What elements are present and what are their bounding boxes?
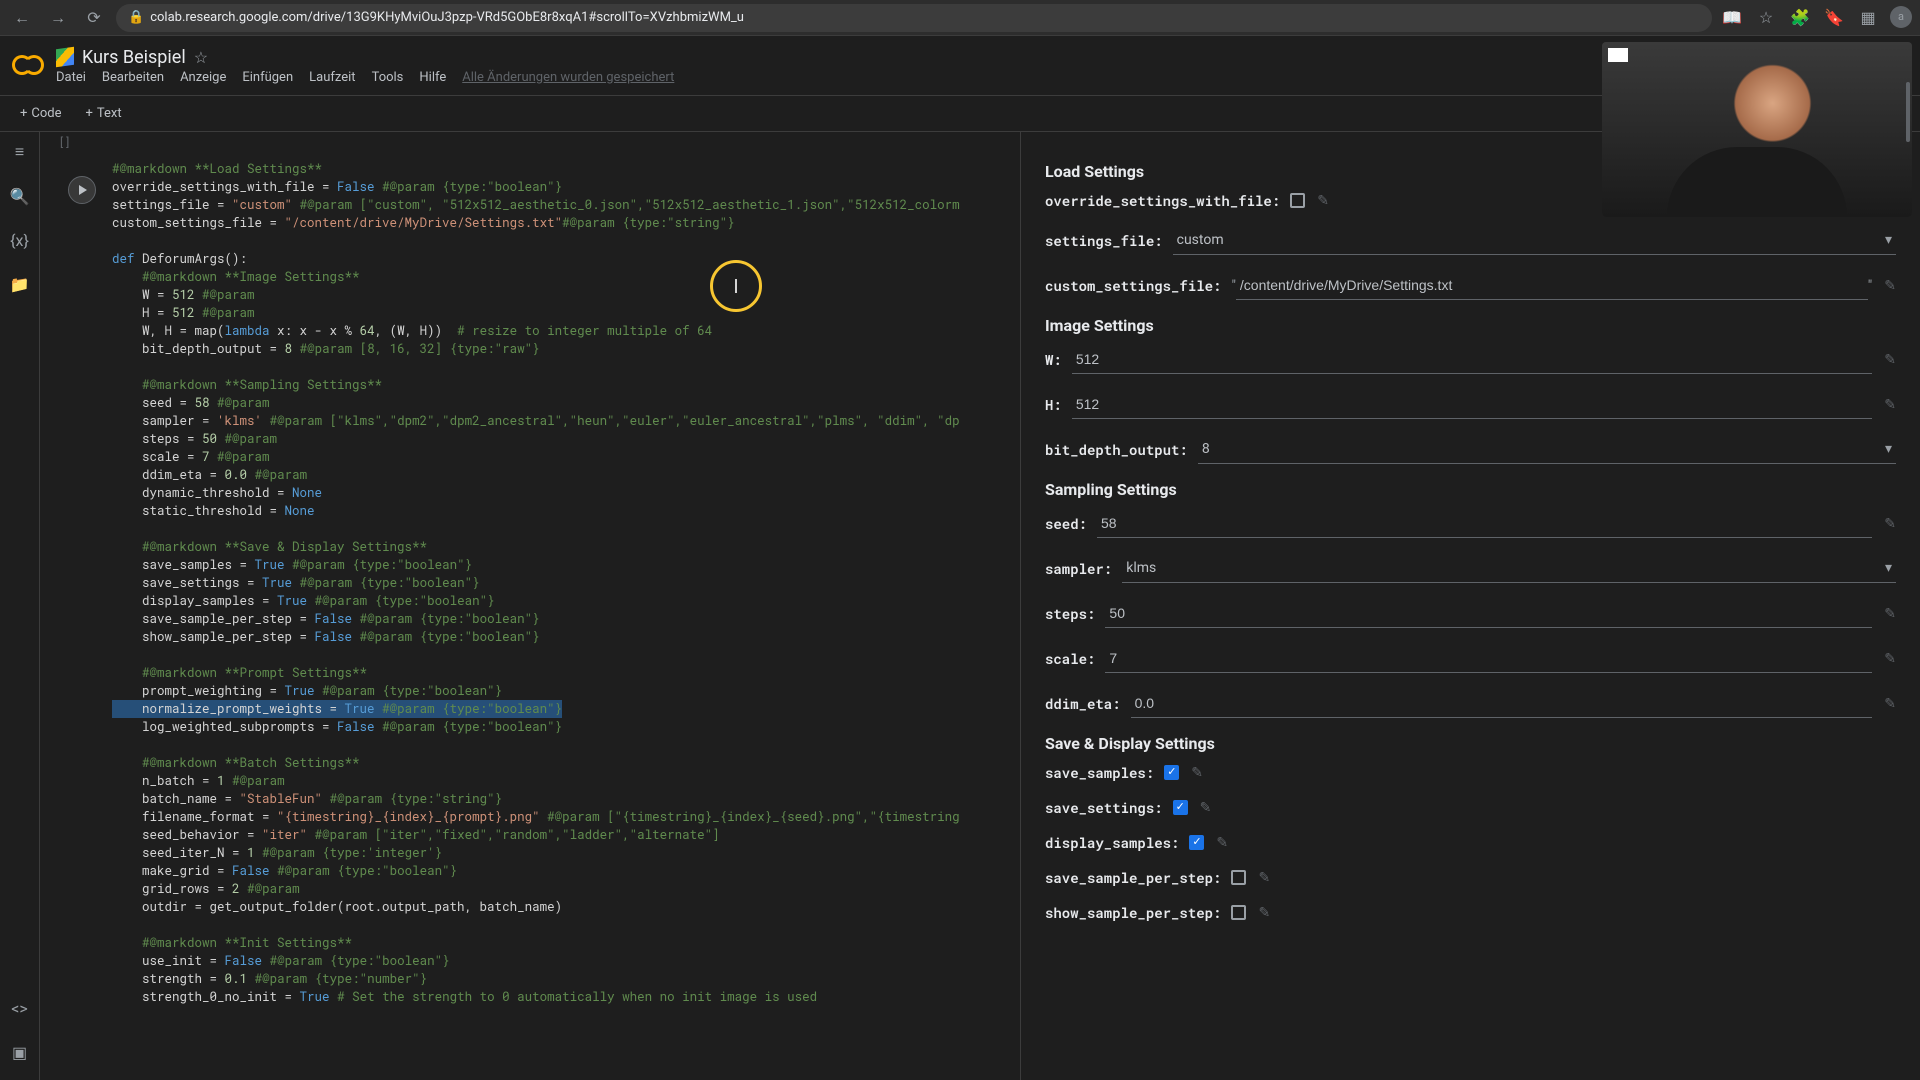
menu-tools[interactable]: Tools xyxy=(372,70,404,85)
section-image: Image Settings xyxy=(1045,316,1896,335)
menu-einfuegen[interactable]: Einfügen xyxy=(242,70,293,85)
input-w[interactable] xyxy=(1072,345,1872,374)
label-bitdepth: bit_depth_output: xyxy=(1045,440,1188,459)
add-text-button[interactable]: + Text xyxy=(78,102,130,125)
input-steps[interactable] xyxy=(1105,599,1872,628)
input-ddim[interactable] xyxy=(1131,689,1873,718)
document-title[interactable]: Kurs Beispiel xyxy=(82,47,186,68)
scrollbar[interactable] xyxy=(1906,82,1910,142)
label-save-settings: save_settings: xyxy=(1045,798,1163,817)
chevron-down-icon: ▾ xyxy=(1885,560,1892,576)
left-rail: ≡ 🔍 {x} 📁 <> ▣ xyxy=(0,132,40,1080)
forward-button[interactable]: → xyxy=(44,4,72,32)
save-status: Alle Änderungen wurden gespeichert xyxy=(462,70,674,85)
edit-icon[interactable]: ✎ xyxy=(1884,352,1896,368)
label-custom-file: custom_settings_file: xyxy=(1045,276,1221,295)
command-palette-icon[interactable]: <> xyxy=(8,996,32,1020)
menu-laufzeit[interactable]: Laufzeit xyxy=(309,70,355,85)
section-save: Save & Display Settings xyxy=(1045,734,1896,753)
run-cell-button[interactable] xyxy=(68,176,96,204)
edit-icon[interactable]: ✎ xyxy=(1884,397,1896,413)
menu-anzeige[interactable]: Anzeige xyxy=(180,70,226,85)
files-icon[interactable]: 📁 xyxy=(8,272,32,296)
edit-icon[interactable]: ✎ xyxy=(1258,905,1270,921)
plus-icon: + xyxy=(20,106,27,121)
label-ddim: ddim_eta: xyxy=(1045,694,1121,713)
input-h[interactable] xyxy=(1072,390,1872,419)
flag-icon xyxy=(1608,48,1628,62)
extensions-icon[interactable]: 🧩 xyxy=(1788,6,1812,30)
lock-icon: 🔒 xyxy=(128,10,144,25)
label-save-samples: save_samples: xyxy=(1045,763,1154,782)
label-h: H: xyxy=(1045,395,1062,414)
checkbox-show-per-step[interactable] xyxy=(1231,905,1246,920)
menu-datei[interactable]: Datei xyxy=(56,70,86,85)
menu-bearbeiten[interactable]: Bearbeiten xyxy=(102,70,164,85)
select-bitdepth[interactable]: 8 ▾ xyxy=(1198,435,1896,464)
edit-icon[interactable]: ✎ xyxy=(1317,193,1329,209)
edit-icon[interactable]: ✎ xyxy=(1258,870,1270,886)
plus-icon: + xyxy=(86,106,93,121)
drive-icon xyxy=(56,47,74,68)
label-show-per-step: show_sample_per_step: xyxy=(1045,903,1221,922)
label-w: W: xyxy=(1045,350,1062,369)
label-display-samples: display_samples: xyxy=(1045,833,1179,852)
label-seed: seed: xyxy=(1045,514,1087,533)
input-scale[interactable] xyxy=(1105,644,1872,673)
checkbox-display-samples[interactable] xyxy=(1189,835,1204,850)
avatar-icon[interactable]: a xyxy=(1890,6,1912,28)
label-scale: scale: xyxy=(1045,649,1095,668)
edit-icon[interactable]: ✎ xyxy=(1884,651,1896,667)
menu-bar: Datei Bearbeiten Anzeige Einfügen Laufze… xyxy=(56,70,674,85)
chevron-down-icon: ▾ xyxy=(1885,232,1892,248)
label-steps: steps: xyxy=(1045,604,1095,623)
variables-icon[interactable]: {x} xyxy=(8,228,32,252)
input-seed[interactable] xyxy=(1097,509,1872,538)
cell-prefix: [ ] xyxy=(40,132,1020,152)
checkbox-save-samples[interactable] xyxy=(1164,765,1179,780)
reader-icon[interactable]: 📖 xyxy=(1720,6,1744,30)
sidepanel-icon[interactable]: ▦ xyxy=(1856,6,1880,30)
star-icon[interactable]: ☆ xyxy=(1754,6,1778,30)
edit-icon[interactable]: ✎ xyxy=(1884,278,1896,294)
chevron-down-icon: ▾ xyxy=(1885,441,1892,457)
url-text: colab.research.google.com/drive/13G9KHyM… xyxy=(150,10,744,25)
add-code-button[interactable]: + Code xyxy=(12,102,70,125)
section-sampling: Sampling Settings xyxy=(1045,480,1896,499)
reload-button[interactable]: ⟳ xyxy=(80,4,108,32)
edit-icon[interactable]: ✎ xyxy=(1216,835,1228,851)
edit-icon[interactable]: ✎ xyxy=(1884,606,1896,622)
edit-icon[interactable]: ✎ xyxy=(1200,800,1212,816)
terminal-icon[interactable]: ▣ xyxy=(8,1040,32,1064)
checkbox-save-per-step[interactable] xyxy=(1231,870,1246,885)
code-editor[interactable]: #@markdown **Load Settings**override_set… xyxy=(100,152,1020,1014)
toc-icon[interactable]: ≡ xyxy=(8,140,32,164)
browser-bar: ← → ⟳ 🔒 colab.research.google.com/drive/… xyxy=(0,0,1920,36)
search-icon[interactable]: 🔍 xyxy=(8,184,32,208)
select-settings-file[interactable]: custom ▾ xyxy=(1173,226,1896,255)
label-settings-file: settings_file: xyxy=(1045,231,1163,250)
video-overlay xyxy=(1602,42,1912,217)
code-pane: [ ] #@markdown **Load Settings**override… xyxy=(40,132,1020,1080)
checkbox-override[interactable] xyxy=(1290,193,1305,208)
select-sampler[interactable]: klms ▾ xyxy=(1122,554,1896,583)
back-button[interactable]: ← xyxy=(8,4,36,32)
input-custom-file[interactable] xyxy=(1236,271,1868,300)
form-pane: Load Settings override_settings_with_fil… xyxy=(1020,132,1920,1080)
colab-logo-icon xyxy=(12,50,44,82)
label-save-per-step: save_sample_per_step: xyxy=(1045,868,1221,887)
edit-icon[interactable]: ✎ xyxy=(1884,696,1896,712)
menu-hilfe[interactable]: Hilfe xyxy=(419,70,446,85)
label-sampler: sampler: xyxy=(1045,559,1112,578)
edit-icon[interactable]: ✎ xyxy=(1191,765,1203,781)
star-button[interactable]: ☆ xyxy=(194,48,208,67)
bookmark-icon[interactable]: 🔖 xyxy=(1822,6,1846,30)
label-override: override_settings_with_file: xyxy=(1045,191,1280,210)
edit-icon[interactable]: ✎ xyxy=(1884,516,1896,532)
checkbox-save-settings[interactable] xyxy=(1173,800,1188,815)
url-bar[interactable]: 🔒 colab.research.google.com/drive/13G9KH… xyxy=(116,4,1712,32)
